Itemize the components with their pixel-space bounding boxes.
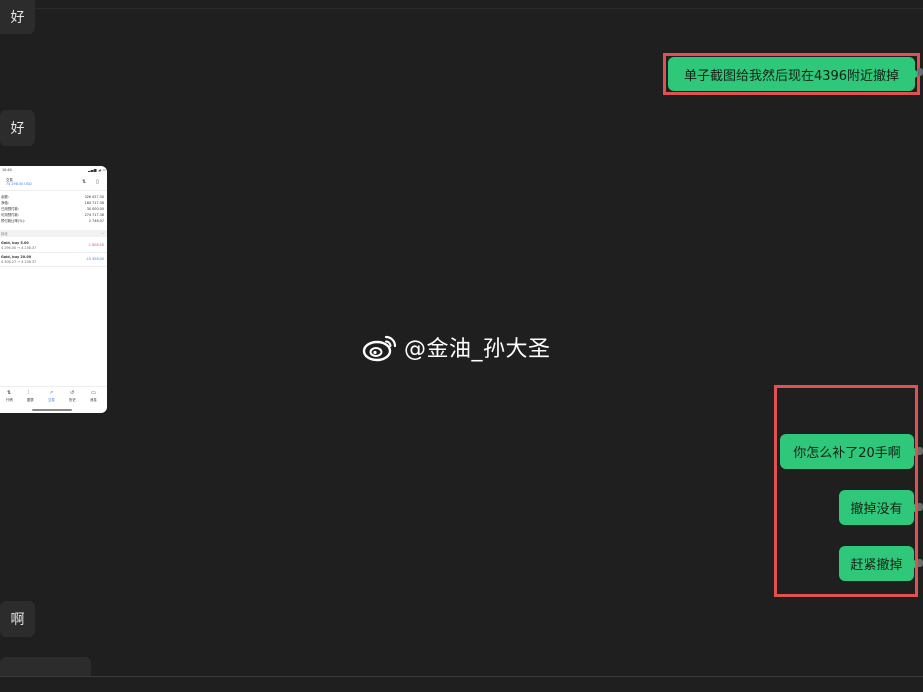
- more-icon: ···: [100, 232, 104, 236]
- thumb-row-label: 可用预付款:: [1, 213, 20, 217]
- thumb-position-price: 4 308.27 → 4 236.37: [1, 260, 37, 264]
- thumb-nav-label: 消息: [90, 398, 97, 402]
- avatar-edge: [918, 559, 923, 567]
- thumb-position-price: 4 296.00 → 4 236.37: [1, 246, 37, 250]
- thumb-nav-label: 历史: [69, 398, 76, 402]
- avatar-edge: [918, 447, 923, 455]
- messages-icon: ▭: [91, 390, 96, 396]
- image-message-thumbnail[interactable]: 10:40 ▂▄▆ ◢ ▭ 交易 74 298.00 USD ⇅ ▯ 余额: 3…: [0, 166, 107, 413]
- thumb-status-time: 10:40: [2, 168, 12, 172]
- sort-icon: ⇅: [82, 179, 87, 185]
- signal-icon: ▂▄▆ ◢ ▭: [88, 168, 106, 172]
- thumb-row-label: 净值:: [1, 201, 9, 205]
- message-text: 撤掉没有: [850, 502, 903, 517]
- document-icon: ▯: [96, 179, 99, 185]
- message-text: 好: [10, 10, 25, 26]
- chart-icon: ⫶: [28, 390, 30, 396]
- thumb-row-label: 预付款比率(%):: [1, 219, 25, 223]
- thumb-row-value: 160 717.36: [84, 201, 104, 205]
- thumb-nav-label: 图表: [27, 398, 34, 402]
- thumb-account-value: 74 298.00 USD: [6, 182, 32, 186]
- bottom-divider: [0, 676, 923, 677]
- thumb-position-pl: -15 356.00: [85, 257, 104, 261]
- thumb-row-value: 326 027.30: [84, 195, 104, 199]
- trade-icon: ↗: [49, 390, 54, 396]
- thumb-row-label: 已用预付款:: [1, 207, 20, 211]
- chat-window: 好 好 10:40 ▂▄▆ ◢ ▭ 交易 74 298.00 USD ⇅ ▯ 余…: [0, 0, 923, 692]
- weibo-icon: [362, 335, 397, 362]
- outgoing-message[interactable]: 撤掉没有: [839, 490, 919, 525]
- thumb-nav-label: 行情: [6, 398, 13, 402]
- incoming-message-partial[interactable]: [0, 657, 91, 677]
- thumb-row-value: 274 717.36: [84, 213, 104, 217]
- watermark: @金油_孙大圣: [362, 330, 551, 364]
- thumb-section-title: 持仓: [1, 232, 8, 236]
- home-indicator: [32, 409, 72, 411]
- thumb-position-symbol: Gold, buy 20.00: [1, 255, 32, 259]
- quotes-icon: ⇅: [7, 390, 12, 396]
- top-divider: [0, 8, 923, 9]
- message-text: 好: [10, 121, 25, 137]
- message-text: 你怎么补了20手啊: [793, 446, 901, 461]
- message-text: 赶紧撤掉: [850, 558, 903, 573]
- incoming-message[interactable]: 好: [0, 110, 35, 146]
- outgoing-message[interactable]: 你怎么补了20手啊: [780, 434, 919, 469]
- history-icon: ↺: [70, 390, 75, 396]
- thumb-position-symbol: Gold, buy 5.00: [1, 241, 29, 245]
- thumb-row-value: 30 000.00: [86, 207, 104, 211]
- avatar-edge: [918, 503, 923, 511]
- thumb-position-pl: -1 608.50: [87, 243, 104, 247]
- watermark-text: @金油_孙大圣: [404, 337, 551, 362]
- outgoing-message[interactable]: 赶紧撤掉: [839, 546, 919, 581]
- thumb-nav-label: 交易: [48, 398, 55, 402]
- message-text: 啊: [10, 612, 25, 628]
- thumb-row-value: 2 748.07: [88, 219, 104, 223]
- incoming-message[interactable]: 啊: [0, 601, 35, 637]
- outgoing-message[interactable]: 单子截图给我然后现在4396附近撤掉: [668, 57, 920, 91]
- thumb-row-label: 余额:: [1, 195, 9, 199]
- message-text: 单子截图给我然后现在4396附近撤掉: [683, 68, 900, 84]
- avatar-edge: [918, 68, 923, 76]
- incoming-message[interactable]: 好: [0, 0, 35, 34]
